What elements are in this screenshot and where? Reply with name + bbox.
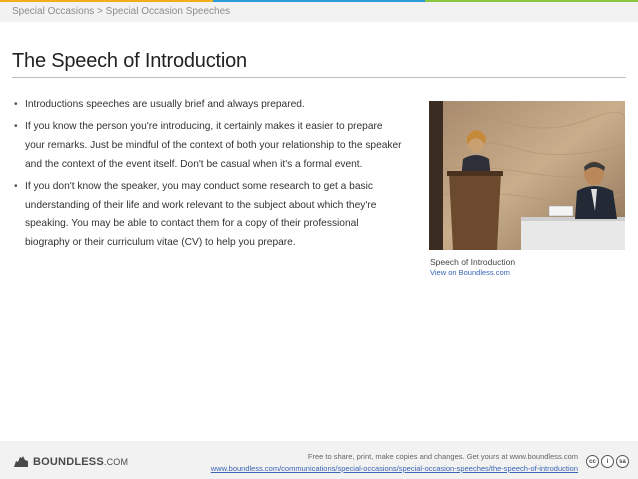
creative-commons-badge: cc i sa [586, 455, 629, 468]
bullet-icon: • [14, 180, 18, 192]
source-url-link[interactable]: www.boundless.com/communications/special… [211, 464, 578, 473]
speech-photo [429, 101, 625, 250]
figure-caption: Speech of Introduction [430, 257, 516, 267]
list-item: • If you don't know the speaker, you may … [14, 178, 404, 254]
speech-photo-illustration [429, 101, 625, 250]
bullet-icon: • [14, 99, 18, 110]
title-divider [12, 77, 626, 78]
logo-wordmark: BOUNDLESS.COM [33, 455, 129, 468]
license-notice: Free to share, print, make copies and ch… [307, 452, 578, 461]
cc-icon: cc [586, 455, 599, 468]
bullet-list: • Introductions speeches are usually brie… [14, 96, 404, 256]
page-title: The Speech of Introduction [12, 50, 247, 72]
breadcrumb: Special Occasions > Special Occasion Spe… [0, 2, 638, 22]
list-item: • Introductions speeches are usually brie… [14, 96, 404, 115]
boundless-logo-icon [14, 456, 28, 467]
by-icon: i [601, 455, 614, 468]
sa-icon: sa [616, 455, 629, 468]
list-item: • If you know the person you're introduci… [14, 118, 404, 175]
view-on-boundless-link[interactable]: View on Boundless.com [430, 268, 510, 277]
boundless-logo[interactable]: BOUNDLESS.COM [13, 455, 128, 468]
bullet-icon: • [14, 120, 18, 132]
